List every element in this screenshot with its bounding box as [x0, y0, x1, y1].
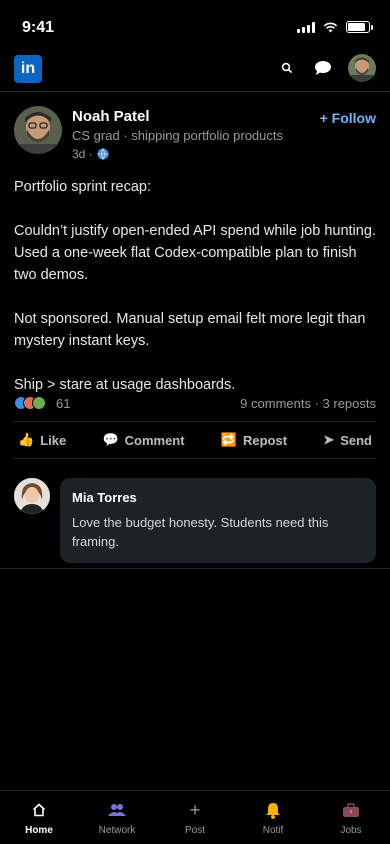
send-label: Send — [340, 432, 372, 448]
nav-post-label: Post — [184, 825, 205, 836]
celebrate-reaction-icon — [32, 396, 46, 410]
post-paragraph: Portfolio sprint recap: — [14, 179, 152, 195]
app-header: in — [0, 52, 390, 92]
comment-label: Comment — [124, 432, 185, 448]
nav-home-label: Home — [25, 825, 53, 836]
like-icon: 👍 — [18, 432, 35, 447]
commenter-avatar[interactable] — [14, 478, 50, 514]
comment-text: Love the budget honesty. Students need t… — [72, 515, 329, 549]
send-button[interactable]: ➤ Send — [323, 432, 372, 448]
bottom-nav: Home Network + Post Notif Jobs — [0, 790, 390, 844]
bell-icon — [265, 801, 281, 819]
comment-bubble[interactable]: Mia Torres Love the budget honesty. Stud… — [60, 478, 376, 563]
repost-icon: 🔁 — [220, 432, 237, 447]
nav-jobs[interactable]: Jobs — [312, 791, 390, 844]
linkedin-logo[interactable]: in — [14, 55, 42, 83]
nav-network[interactable]: Network — [78, 791, 156, 844]
repost-button[interactable]: 🔁 Repost — [221, 432, 287, 448]
like-button[interactable]: 👍 Like — [18, 432, 66, 448]
post-age: 3d · — [72, 147, 93, 161]
author-name[interactable]: Noah Patel — [72, 108, 150, 125]
author-headline: CS grad · shipping portfolio products — [72, 128, 284, 143]
post-paragraph: Not sponsored. Manual setup email felt m… — [14, 311, 366, 349]
author-avatar[interactable] — [14, 106, 62, 154]
nav-notifications[interactable]: Notif — [234, 791, 312, 844]
plus-icon: + — [189, 799, 201, 820]
search-icon[interactable] — [276, 57, 298, 79]
post-action-bar: 👍 Like 💬 Comment 🔁 Repost ➤ Send — [14, 421, 376, 459]
nav-home[interactable]: Home — [0, 791, 78, 844]
reaction-icons[interactable] — [14, 396, 46, 410]
signal-icon — [297, 21, 315, 33]
post-body: Portfolio sprint recap: Couldn’t justify… — [14, 176, 376, 418]
profile-avatar[interactable] — [348, 54, 376, 82]
repost-label: Repost — [243, 432, 288, 448]
comment-icon: 💬 — [102, 432, 119, 447]
follow-button[interactable]: + Follow — [320, 110, 376, 126]
nav-jobs-label: Jobs — [340, 825, 362, 836]
post-paragraph: Couldn’t justify open-ended API spend wh… — [14, 223, 376, 283]
status-time: 9:41 — [22, 19, 55, 36]
nav-notifications-label: Notif — [262, 825, 284, 836]
globe-icon — [97, 148, 109, 160]
status-bar: 9:41 — [0, 0, 390, 50]
battery-icon — [346, 21, 373, 33]
reactions-row: 61 9 comments · 3 reposts — [14, 394, 376, 414]
briefcase-icon — [342, 801, 360, 819]
nav-network-label: Network — [98, 825, 136, 836]
network-icon — [107, 801, 127, 819]
feed-divider — [0, 568, 390, 569]
status-icons — [297, 21, 373, 33]
wifi-icon — [323, 22, 338, 32]
nav-post[interactable]: + Post — [156, 791, 234, 844]
header-actions — [276, 54, 376, 82]
message-icon[interactable] — [312, 57, 334, 79]
home-icon — [32, 801, 46, 819]
commenter-name[interactable]: Mia Torres — [72, 490, 364, 505]
reaction-count[interactable]: 61 — [56, 396, 70, 411]
post-meta: 3d · — [72, 147, 109, 161]
send-icon: ➤ — [323, 432, 335, 447]
post-paragraph: Ship > stare at usage dashboards. — [14, 377, 236, 393]
like-label: Like — [40, 432, 67, 448]
comment-button[interactable]: 💬 Comment — [102, 432, 184, 448]
engagement-summary[interactable]: 9 comments · 3 reposts — [240, 396, 376, 411]
